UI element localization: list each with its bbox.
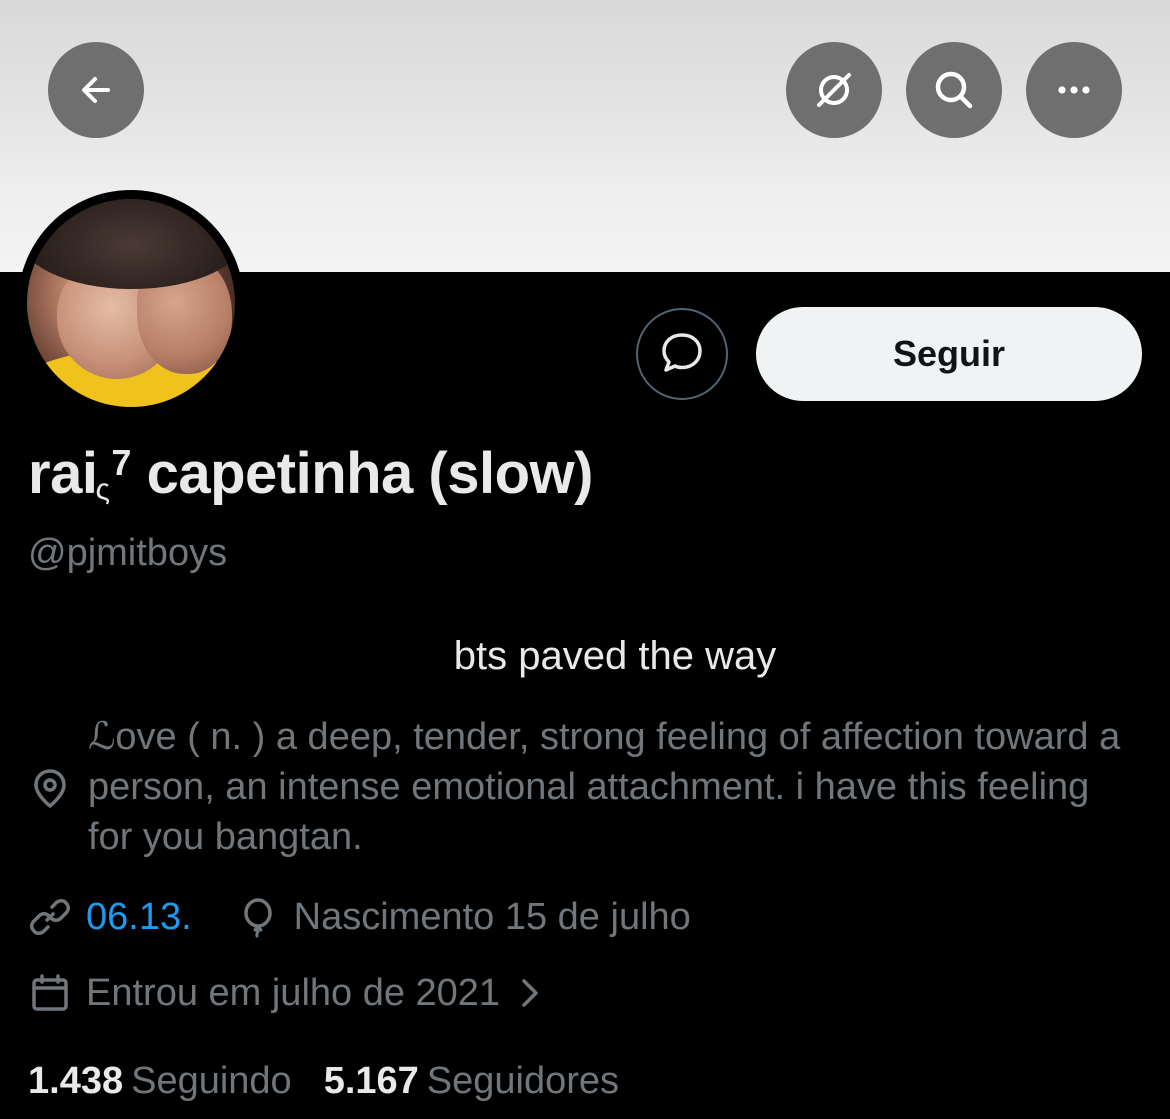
following-count: 1.438 <box>28 1059 124 1102</box>
followers-count: 5.167 <box>323 1059 419 1102</box>
more-button[interactable] <box>1026 42 1122 138</box>
balloon-icon <box>236 895 280 939</box>
joined-text: Entrou em julho de 2021 <box>86 971 501 1014</box>
profile-handle: @pjmitboys <box>28 532 228 574</box>
search-icon <box>931 67 977 113</box>
grok-icon <box>812 68 856 112</box>
follow-button[interactable]: Seguir <box>756 307 1142 401</box>
joined-row[interactable]: Entrou em julho de 2021 <box>28 968 542 1018</box>
followers-label: Seguidores <box>426 1059 620 1102</box>
location-pin-icon <box>28 766 72 815</box>
profile-bio: bts paved the way <box>453 634 777 678</box>
display-name-sup: 7 <box>111 442 131 483</box>
display-name-sub: ς <box>95 473 110 506</box>
avatar-photo <box>27 199 235 407</box>
stats-row: 1.438 Seguindo 5.167 Seguidores <box>28 1056 651 1106</box>
arrow-left-icon <box>76 70 116 110</box>
grok-button[interactable] <box>786 42 882 138</box>
following-label: Seguindo <box>131 1059 292 1102</box>
back-button[interactable] <box>48 42 144 138</box>
search-button[interactable] <box>906 42 1002 138</box>
message-button[interactable] <box>636 308 728 400</box>
display-name-rest: capetinha (slow) <box>130 441 594 506</box>
website-link[interactable]: 06.13. <box>86 896 192 939</box>
display-name: raiς7 capetinha (slow) <box>28 440 593 507</box>
chevron-right-icon <box>518 975 542 1011</box>
avatar[interactable] <box>18 190 244 416</box>
link-icon <box>28 895 72 939</box>
avatar-hair <box>27 199 235 289</box>
follow-button-label: Seguir <box>892 333 1006 374</box>
message-bubble-icon <box>657 327 707 382</box>
display-name-main: rai <box>28 441 98 506</box>
calendar-icon <box>28 971 72 1015</box>
birthday-text: Nascimento 15 de julho <box>293 895 691 938</box>
following-stat[interactable]: 1.438 Seguindo <box>28 1060 292 1103</box>
more-horizontal-icon <box>1052 68 1096 112</box>
meta-row: 06.13. Nascimento 15 de julho <box>28 892 691 942</box>
location-text: ℒove ( n. ) a deep, tender, strong feeli… <box>88 716 1121 858</box>
followers-stat[interactable]: 5.167 Seguidores <box>324 1060 619 1103</box>
